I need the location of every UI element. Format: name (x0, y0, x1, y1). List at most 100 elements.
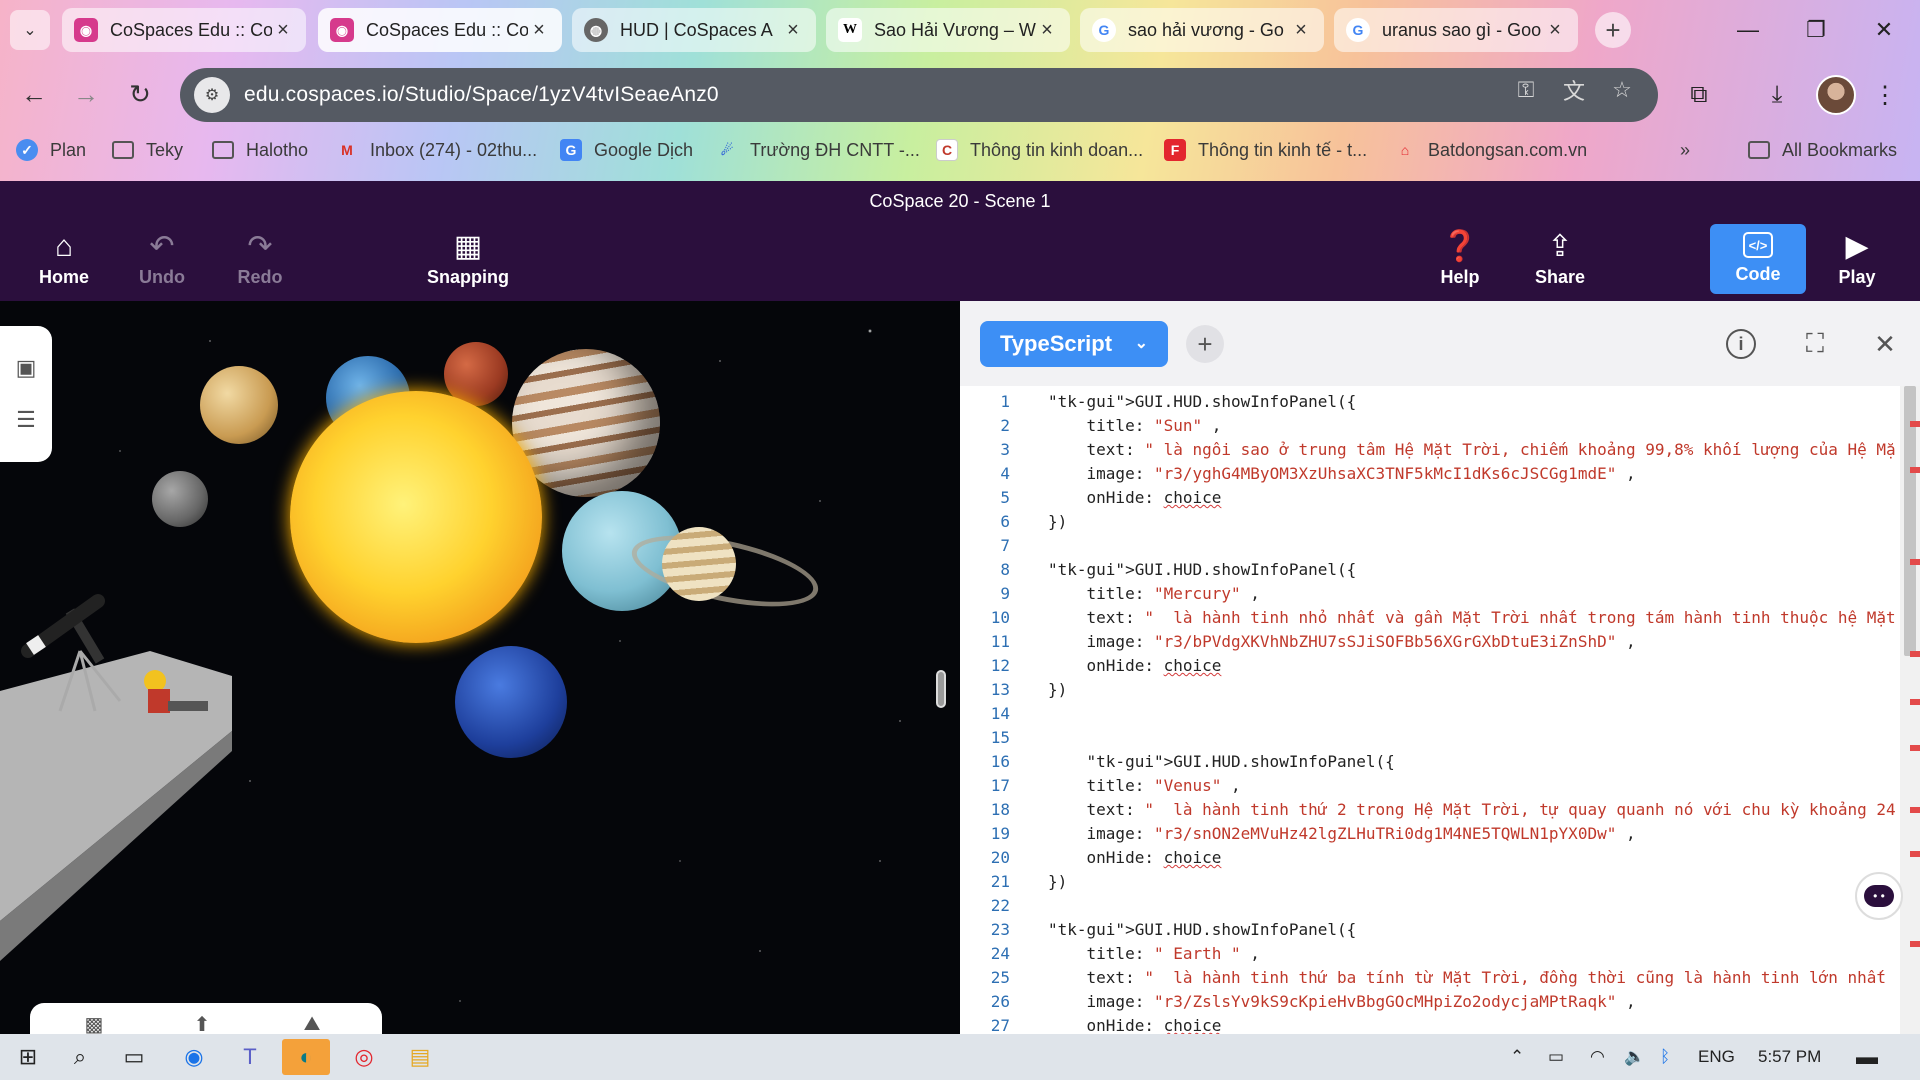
site-info-icon[interactable]: ⚙ (194, 77, 230, 113)
zoom-app-icon[interactable]: ◉ (170, 1039, 218, 1075)
code-line[interactable]: 19 image: "r3/snON2eMVuHz42lgZLHuTRi0dg1… (960, 822, 1900, 846)
browser-menu-icon[interactable]: ⋮ (1866, 76, 1904, 114)
tab-close-icon[interactable]: × (528, 19, 550, 42)
teams-icon[interactable]: T (226, 1039, 274, 1075)
more-bookmarks-icon[interactable]: » (1680, 136, 1690, 164)
address-bar[interactable]: ⚙ edu.cospaces.io/Studio/Space/1yzV4tvIS… (180, 68, 1658, 122)
code-line[interactable]: 8 "tk-gui">GUI.HUD.showInfoPanel({ (960, 558, 1900, 582)
code-line[interactable]: 26 image: "r3/ZslsYv9kS9cKpieHvBbgGOcMHp… (960, 990, 1900, 1014)
profile-avatar[interactable] (1816, 75, 1856, 115)
search-icon[interactable]: ⌕ (56, 1039, 104, 1075)
code-line[interactable]: 15 (960, 726, 1900, 750)
show-hidden-icons-icon[interactable]: ⌃ (1510, 1044, 1524, 1070)
notifications-icon[interactable]: ▬ (1856, 1044, 1878, 1070)
chrome-icon[interactable]: ◎ (340, 1039, 388, 1075)
planet-mercury[interactable] (152, 471, 208, 527)
code-line[interactable]: 27 onHide: choice (960, 1014, 1900, 1034)
password-key-icon[interactable]: ⚿ (1510, 74, 1542, 106)
bookmark-thong-tin-kt[interactable]: F Thông tin kinh tế - t... (1164, 136, 1367, 164)
browser-tab[interactable]: G uranus sao gì - Goo × (1334, 8, 1578, 52)
code-line[interactable]: 4 image: "r3/yghG4MByOM3XzUhsaXC3TNF5kMc… (960, 462, 1900, 486)
code-line[interactable]: 2 title: "Sun" , (960, 414, 1900, 438)
code-line[interactable]: 13}) (960, 678, 1900, 702)
planet-neptune[interactable] (455, 646, 567, 758)
snapping-button[interactable]: ▦ Snapping (418, 229, 518, 297)
bookmark-thong-tin-kd[interactable]: C Thông tin kinh doan... (936, 136, 1143, 164)
code-line[interactable]: 14 (960, 702, 1900, 726)
code-line[interactable]: 12 onHide: choice (960, 654, 1900, 678)
code-line[interactable]: 22 (960, 894, 1900, 918)
code-line[interactable]: 6}) (960, 510, 1900, 534)
code-line[interactable]: 17 title: "Venus" , (960, 774, 1900, 798)
telescope-icon[interactable] (18, 581, 108, 661)
bookmark-plan[interactable]: ✓ Plan (16, 136, 86, 164)
forward-icon[interactable]: → (66, 74, 106, 114)
object-list-icon[interactable]: ☰ (12, 406, 40, 434)
scene-viewport[interactable] (0, 301, 960, 1034)
undo-button[interactable]: ↶ Undo (122, 229, 202, 297)
code-editor[interactable]: 1 "tk-gui">GUI.HUD.showInfoPanel({2 title… (960, 386, 1900, 1034)
reload-icon[interactable]: ↻ (120, 74, 160, 114)
panel-resize-handle[interactable] (936, 670, 946, 708)
planet-saturn[interactable] (662, 527, 736, 601)
file-explorer-icon[interactable]: ▤ (396, 1039, 444, 1075)
edge-icon[interactable]: ◐ (282, 1039, 330, 1075)
wifi-icon[interactable]: ◠ (1590, 1044, 1605, 1070)
info-icon[interactable]: i (1726, 329, 1756, 359)
tab-close-icon[interactable]: × (1544, 19, 1566, 42)
code-line[interactable]: 16 "tk-gui">GUI.HUD.showInfoPanel({ (960, 750, 1900, 774)
back-icon[interactable]: ← (14, 74, 54, 114)
tab-close-icon[interactable]: × (782, 19, 804, 42)
help-button[interactable]: ❓ Help (1420, 229, 1500, 297)
add-script-button[interactable]: + (1186, 325, 1224, 363)
bookmark-batdongsan[interactable]: ⌂ Batdongsan.com.vn (1394, 136, 1587, 164)
bookmark-inbox[interactable]: M Inbox (274) - 02thu... (336, 136, 537, 164)
planet-venus[interactable] (200, 366, 278, 444)
bookmark-halotho[interactable]: Halotho (212, 136, 308, 164)
browser-tab-active[interactable]: ◉ CoSpaces Edu :: Co × (318, 8, 562, 52)
bookmark-truong-dh[interactable]: ☄ Trường ĐH CNTT -... (716, 136, 920, 164)
sun[interactable] (290, 391, 542, 643)
bluetooth-icon[interactable]: ᛒ (1660, 1044, 1670, 1070)
bookmark-google-dich[interactable]: G Google Dịch (560, 136, 693, 164)
browser-tab[interactable]: ◉ CoSpaces Edu :: Co × (62, 8, 306, 52)
tab-close-icon[interactable]: × (1036, 19, 1058, 42)
code-scrollbar[interactable] (1900, 386, 1920, 1034)
tab-close-icon[interactable]: × (1290, 19, 1312, 42)
play-button[interactable]: ▶ Play (1817, 229, 1897, 297)
all-bookmarks[interactable]: All Bookmarks (1748, 136, 1897, 164)
volume-icon[interactable]: 🔈 (1624, 1044, 1645, 1070)
code-line[interactable]: 21}) (960, 870, 1900, 894)
language-dropdown[interactable]: TypeScript ⌄ (980, 321, 1168, 367)
fullscreen-icon[interactable]: ⛶ (1796, 325, 1834, 363)
code-line[interactable]: 24 title: " Earth " , (960, 942, 1900, 966)
share-button[interactable]: ⇪ Share (1520, 229, 1600, 297)
code-line[interactable]: 9 title: "Mercury" , (960, 582, 1900, 606)
gallery-icon[interactable]: ▣ (12, 354, 40, 382)
code-line[interactable]: 7 (960, 534, 1900, 558)
code-line[interactable]: 23 "tk-gui">GUI.HUD.showInfoPanel({ (960, 918, 1900, 942)
bookmark-star-icon[interactable]: ☆ (1606, 74, 1638, 106)
tab-search-button[interactable]: ⌄ (10, 10, 50, 50)
code-line[interactable]: 1 "tk-gui">GUI.HUD.showInfoPanel({ (960, 390, 1900, 414)
code-line[interactable]: 25 text: " là hành tinh thứ ba tính từ M… (960, 966, 1900, 990)
browser-tab[interactable]: W Sao Hải Vương – W × (826, 8, 1070, 52)
code-line[interactable]: 3 text: " là ngôi sao ở trung tâm Hệ Mặt… (960, 438, 1900, 462)
download-icon[interactable]: ⤓ (1758, 76, 1796, 114)
new-tab-button[interactable]: + (1595, 12, 1631, 48)
minimize-icon[interactable]: — (1720, 10, 1776, 50)
browser-tab[interactable]: ◍ HUD | CoSpaces A × (572, 8, 816, 52)
assistant-robot-icon[interactable]: • • (1855, 872, 1903, 920)
tab-close-icon[interactable]: × (272, 19, 294, 42)
code-line[interactable]: 20 onHide: choice (960, 846, 1900, 870)
translate-page-icon[interactable]: 文 (1558, 74, 1590, 106)
code-line[interactable]: 5 onHide: choice (960, 486, 1900, 510)
bookmark-teky[interactable]: Teky (112, 136, 183, 164)
battery-icon[interactable]: ▭ (1548, 1044, 1564, 1070)
code-line[interactable]: 10 text: " là hành tinh nhỏ nhất và gần … (960, 606, 1900, 630)
input-language[interactable]: ENG (1698, 1044, 1735, 1070)
close-panel-icon[interactable]: ✕ (1866, 325, 1904, 363)
code-button[interactable]: </> Code (1710, 224, 1806, 294)
code-line[interactable]: 18 text: " là hành tinh thứ 2 trong Hệ M… (960, 798, 1900, 822)
extensions-icon[interactable]: ⧉ (1680, 76, 1718, 114)
